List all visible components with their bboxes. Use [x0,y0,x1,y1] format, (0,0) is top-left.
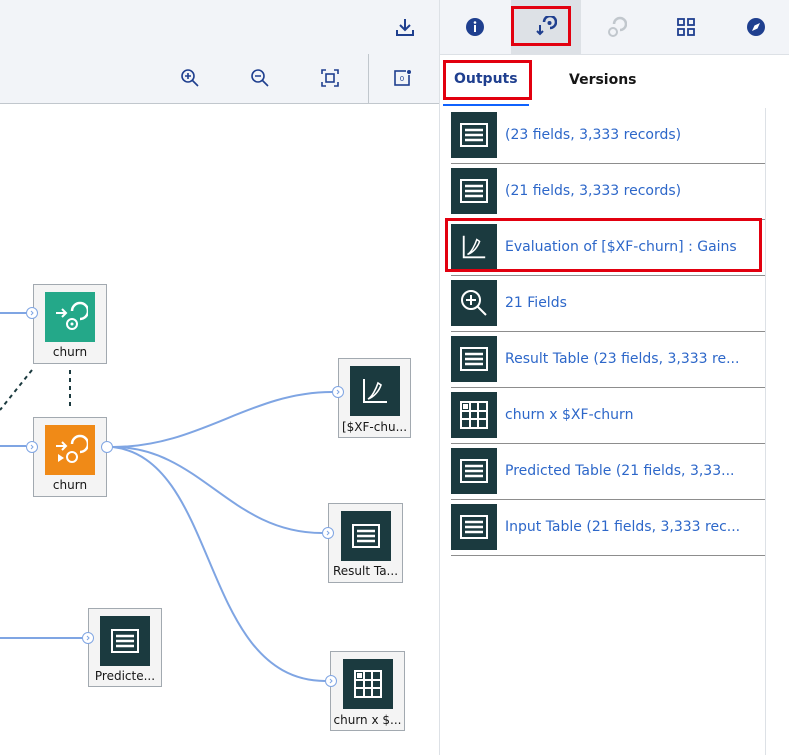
link [112,446,323,534]
apply-node-churn[interactable]: churn [33,417,107,497]
output-item[interactable]: (21 fields, 3,333 records) [451,164,766,220]
output-label: Input Table (21 fields, 3,333 rec... [505,519,741,535]
table-icon [451,448,497,494]
node-label: Predicte... [94,669,156,683]
table-icon [451,336,497,382]
output-item[interactable]: 21 Fields [451,276,766,332]
panel-tabs: Outputs Versions [440,54,789,106]
outputs-list: (23 fields, 3,333 records) (21 fields, 3… [451,108,766,556]
model-panel-icon[interactable] [581,0,651,54]
table-icon [340,511,391,561]
output-item[interactable]: churn x $XF-churn [451,388,766,444]
side-panel: Outputs Versions (23 fields, 3,333 recor… [439,0,789,755]
node-label: churn [52,345,88,359]
node-label: churn x $... [333,713,402,727]
model-nugget-icon [45,292,95,342]
model-link [0,369,33,411]
tab-versions[interactable]: Versions [569,54,637,106]
outputs-panel-icon[interactable] [511,0,581,54]
table-icon [100,616,150,666]
output-label: (23 fields, 3,333 records) [505,127,682,143]
node-label: Result Ta... [332,564,399,578]
matrix-icon [342,659,393,709]
output-item[interactable]: (23 fields, 3,333 records) [451,108,766,164]
node-label: [$XF-chu... [341,420,408,434]
compass-icon[interactable] [721,0,789,54]
tab-outputs[interactable]: Outputs [443,54,529,106]
output-label: churn x $XF-churn [505,407,634,423]
evaluation-node[interactable]: [$XF-chu... [338,358,411,438]
table-icon [451,112,497,158]
info-icon[interactable] [440,0,510,54]
output-label: Predicted Table (21 fields, 3,33... [505,463,735,479]
input-port[interactable] [26,441,38,453]
table-icon [451,504,497,550]
output-label: Result Table (23 fields, 3,333 re... [505,351,740,367]
input-port[interactable] [26,307,38,319]
output-label: (21 fields, 3,333 records) [505,183,682,199]
flow-canvas[interactable]: 0 churn churn [$XF-chu... Result Ta... P… [0,0,440,755]
input-port[interactable] [322,527,334,539]
evaluation-chart-icon [349,366,400,416]
matrix-icon [451,392,497,438]
palette-icon[interactable] [651,0,721,54]
result-table-node[interactable]: Result Ta... [328,503,403,583]
node-label: churn [52,478,88,492]
output-label: Evaluation of [$XF-churn] : Gains [505,239,737,255]
output-item[interactable]: Result Table (23 fields, 3,333 re... [451,332,766,388]
predicted-table-node[interactable]: Predicte... [88,608,162,687]
input-port[interactable] [332,386,344,398]
zoom-in-icon [451,280,497,326]
apply-model-icon [45,425,95,475]
input-port[interactable] [82,632,94,644]
matrix-node[interactable]: churn x $... [330,651,405,731]
panel-scrollbar[interactable] [765,108,789,755]
output-item[interactable]: Evaluation of [$XF-churn] : Gains [451,220,766,276]
input-port[interactable] [325,675,337,687]
panel-icon-bar [440,0,789,55]
evaluation-chart-icon [451,224,497,270]
link [112,391,333,448]
output-item[interactable]: Input Table (21 fields, 3,333 rec... [451,500,766,556]
table-icon [451,168,497,214]
model-node-churn[interactable]: churn [33,284,107,364]
output-item[interactable]: Predicted Table (21 fields, 3,33... [451,444,766,500]
output-label: 21 Fields [505,295,567,311]
output-port[interactable] [101,441,113,453]
